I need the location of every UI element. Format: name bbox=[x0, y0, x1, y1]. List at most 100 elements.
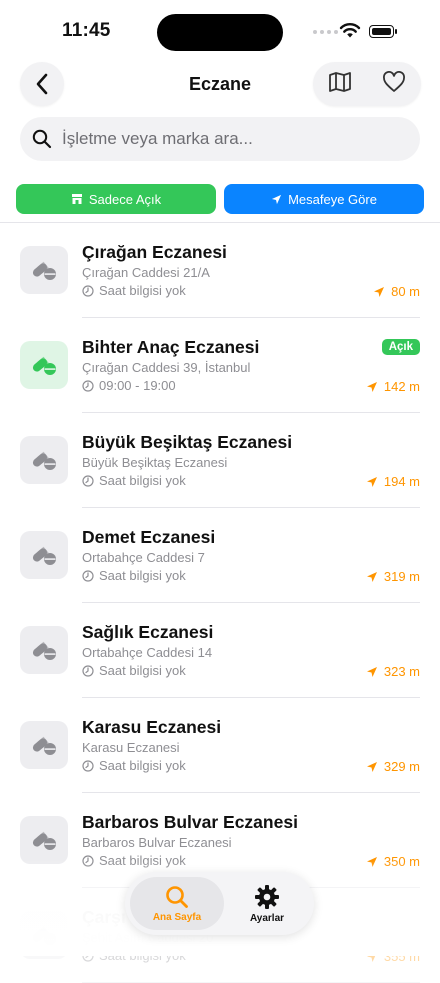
clock-icon bbox=[82, 569, 94, 582]
tab-home[interactable]: Ana Sayfa bbox=[130, 877, 224, 930]
pharmacy-address: Çırağan Caddesi 39, İstanbul bbox=[82, 360, 251, 375]
cellular-signal-icon bbox=[313, 30, 338, 34]
search-input[interactable] bbox=[60, 128, 404, 150]
pharmacy-icon bbox=[20, 816, 68, 864]
hours-text: 09:00 - 19:00 bbox=[99, 378, 176, 393]
pharmacy-icon bbox=[20, 246, 68, 294]
pharmacy-address: Büyük Beşiktaş Eczanesi bbox=[82, 455, 228, 470]
search-icon bbox=[166, 885, 188, 908]
tab-settings-label: Ayarlar bbox=[249, 912, 285, 924]
sort-by-distance-button[interactable]: Mesafeye Göre bbox=[224, 184, 424, 214]
wifi-icon bbox=[339, 23, 361, 38]
pharmacy-icon bbox=[20, 911, 68, 959]
location-arrow-icon bbox=[366, 761, 377, 772]
pharmacy-icon bbox=[20, 531, 68, 579]
status-time: 11:45 bbox=[62, 20, 111, 41]
pharmacy-row[interactable]: Çırağan Eczanesi Çırağan Caddesi 21/A Sa… bbox=[0, 223, 440, 318]
location-arrow-icon bbox=[271, 194, 282, 204]
search-icon bbox=[32, 129, 52, 149]
pharmacy-hours: Saat bilgisi yok bbox=[82, 283, 186, 298]
distance-text: 329 m bbox=[383, 759, 420, 774]
hours-text: Saat bilgisi yok bbox=[99, 663, 186, 678]
pharmacy-hours: Saat bilgisi yok bbox=[82, 758, 186, 773]
pharmacy-distance: 329 m bbox=[366, 759, 420, 774]
location-arrow-icon bbox=[374, 286, 385, 297]
pharmacy-name: Büyük Beşiktaş Eczanesi bbox=[82, 432, 293, 452]
pharmacy-distance: 142 m bbox=[366, 379, 420, 394]
pharmacy-icon bbox=[20, 436, 68, 484]
pharmacy-distance: 194 m bbox=[366, 474, 420, 489]
pharmacy-list: Çırağan Eczanesi Çırağan Caddesi 21/A Sa… bbox=[0, 223, 440, 983]
map-button[interactable] bbox=[328, 71, 352, 98]
by-distance-label: Mesafeye Göre bbox=[288, 191, 377, 207]
pharmacy-address: Çırağan Caddesi 21/A bbox=[82, 265, 210, 280]
pharmacy-hours: 09:00 - 19:00 bbox=[82, 378, 176, 393]
tab-home-label: Ana Sayfa bbox=[152, 911, 202, 923]
status-bar: 11:45 bbox=[0, 0, 440, 60]
distance-text: 323 m bbox=[383, 664, 420, 679]
pharmacy-icon bbox=[20, 721, 68, 769]
distance-text: 194 m bbox=[383, 474, 420, 489]
location-arrow-icon bbox=[366, 856, 377, 867]
pharmacy-address: Ortabahçe Caddesi 7 bbox=[82, 550, 205, 565]
tab-bar: Ana Sayfa Ayarlar bbox=[125, 872, 314, 935]
pharmacy-hours: Saat bilgisi yok bbox=[82, 568, 186, 583]
navigation-bar: Eczane bbox=[0, 60, 440, 110]
distance-text: 80 m bbox=[391, 284, 420, 299]
pharmacy-name: Barbaros Bulvar Eczanesi bbox=[82, 812, 298, 832]
location-arrow-icon bbox=[366, 381, 377, 392]
pharmacy-row[interactable]: Karasu Eczanesi Karasu Eczanesi Saat bil… bbox=[0, 698, 440, 793]
pharmacy-row[interactable]: Büyük Beşiktaş Eczanesi Büyük Beşiktaş E… bbox=[0, 413, 440, 508]
pharmacy-row[interactable]: Demet Eczanesi Ortabahçe Caddesi 7 Saat … bbox=[0, 508, 440, 603]
favorites-button[interactable] bbox=[382, 70, 406, 98]
pharmacy-distance: 80 m bbox=[373, 284, 420, 299]
pharmacy-hours: Saat bilgisi yok bbox=[82, 663, 186, 678]
hours-text: Saat bilgisi yok bbox=[99, 568, 186, 583]
tab-settings[interactable]: Ayarlar bbox=[225, 877, 309, 930]
location-arrow-icon bbox=[366, 571, 377, 582]
pharmacy-distance: 355 m bbox=[366, 949, 420, 964]
pharmacy-address: Karasu Eczanesi bbox=[82, 740, 180, 755]
pharmacy-name: Bihter Anaç Eczanesi bbox=[82, 337, 260, 357]
hours-text: Saat bilgisi yok bbox=[99, 473, 186, 488]
pharmacy-distance: 319 m bbox=[366, 569, 420, 584]
clock-icon bbox=[82, 379, 94, 392]
pharmacy-address: Ortabahçe Caddesi 14 bbox=[82, 645, 213, 660]
open-only-filter-button[interactable]: Sadece Açık bbox=[16, 184, 216, 214]
pharmacy-row[interactable]: Sağlık Eczanesi Ortabahçe Caddesi 14 Saa… bbox=[0, 603, 440, 698]
gear-icon bbox=[255, 884, 279, 909]
pharmacy-distance: 350 m bbox=[366, 854, 420, 869]
clock-icon bbox=[82, 759, 94, 772]
search-bar[interactable] bbox=[20, 117, 420, 161]
status-badge: Açık bbox=[381, 339, 420, 355]
hours-text: Saat bilgisi yok bbox=[99, 758, 186, 773]
heart-icon bbox=[383, 70, 405, 92]
header-actions bbox=[313, 62, 421, 106]
pharmacy-hours: Saat bilgisi yok bbox=[82, 473, 186, 488]
hours-text: Saat bilgisi yok bbox=[99, 853, 186, 868]
distance-text: 319 m bbox=[383, 569, 420, 584]
distance-text: 142 m bbox=[383, 379, 420, 394]
pharmacy-hours: Saat bilgisi yok bbox=[82, 853, 186, 868]
hours-text: Saat bilgisi yok bbox=[99, 283, 186, 298]
battery-icon bbox=[369, 25, 397, 38]
clock-icon bbox=[82, 474, 94, 487]
distance-text: 350 m bbox=[383, 854, 420, 869]
pharmacy-name: Sağlık Eczanesi bbox=[82, 622, 214, 642]
open-only-label: Sadece Açık bbox=[88, 191, 162, 207]
pharmacy-row[interactable]: Bihter Anaç Eczanesi Çırağan Caddesi 39,… bbox=[0, 318, 440, 413]
pharmacy-icon bbox=[20, 626, 68, 674]
location-arrow-icon bbox=[366, 476, 377, 487]
pharmacy-name: Karasu Eczanesi bbox=[82, 717, 222, 737]
clock-icon bbox=[82, 284, 94, 297]
pharmacy-name: Demet Eczanesi bbox=[82, 527, 216, 547]
clock-icon bbox=[82, 854, 94, 867]
store-icon bbox=[71, 194, 82, 204]
pharmacy-distance: 323 m bbox=[366, 664, 420, 679]
pharmacy-icon bbox=[20, 341, 68, 389]
map-icon bbox=[329, 71, 351, 92]
distance-text: 355 m bbox=[383, 949, 420, 964]
pharmacy-address: Barbaros Bulvar Eczanesi bbox=[82, 835, 232, 850]
dynamic-island bbox=[157, 14, 283, 51]
location-arrow-icon bbox=[366, 951, 377, 962]
